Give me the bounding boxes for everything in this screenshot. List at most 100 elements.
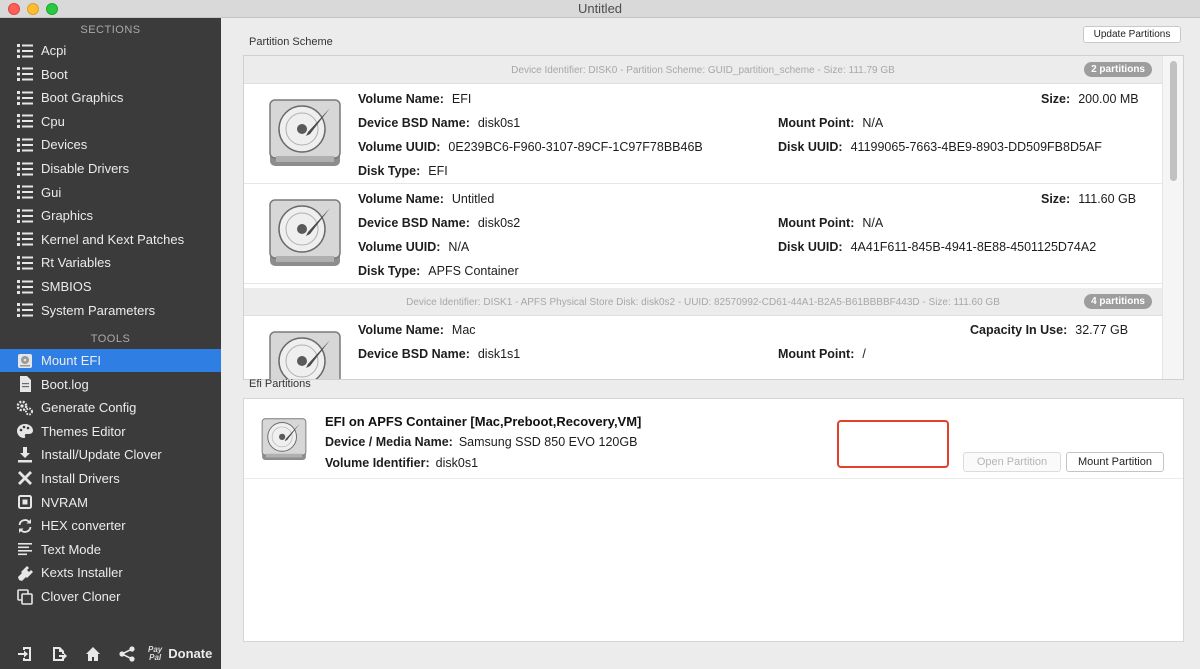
sidebar-item-label: Mount EFI [41, 353, 101, 368]
import-icon[interactable] [8, 642, 42, 666]
sidebar-item-install-update-clover[interactable]: Install/Update Clover [0, 443, 221, 466]
efi-partition-title: EFI on APFS Container [Mac,Preboot,Recov… [325, 414, 642, 429]
document-icon [16, 376, 34, 393]
sidebar-item-label: Boot [41, 66, 68, 82]
mount-point-field: Mount Point: / [778, 347, 866, 361]
partition-row[interactable]: Volume Name: Untitled Size: 111.60 GB Devi… [244, 184, 1162, 284]
sidebar: SECTIONS Acpi Boot Boot Graphics Cpu Devices… [0, 18, 221, 669]
plug-icon [16, 565, 34, 581]
hard-disk-icon [261, 418, 307, 460]
donate-button[interactable]: Pay Pal Donate [148, 644, 212, 662]
sidebar-item-label: Acpi [41, 43, 67, 58]
sidebar-item-mount-efi[interactable]: Mount EFI [0, 349, 221, 372]
sidebar-item-boot-log[interactable]: Boot.log [0, 373, 221, 396]
sidebar-item-label: Boot.log [41, 376, 89, 392]
tools-header: TOOLS [90, 333, 131, 345]
sidebar-item-label: Graphics [41, 208, 94, 224]
title-bar: Untitled [0, 0, 1200, 18]
capacity-in-use-field: Capacity In Use: 32.77 GB [970, 323, 1129, 337]
list-icon [16, 137, 34, 153]
hard-disk-icon [269, 99, 341, 166]
open-partition-button[interactable]: Open Partition [963, 452, 1061, 472]
sidebar-item-hex-converter[interactable]: HEX converter [0, 514, 221, 537]
sidebar-item-themes-editor[interactable]: Themes Editor [0, 420, 221, 443]
partition-row[interactable]: Volume Name: EFI Size: 200.00 MB Device BS… [244, 84, 1162, 184]
update-partitions-button[interactable]: Update Partitions [1083, 26, 1181, 43]
mount-partition-button[interactable]: Mount Partition [1066, 452, 1164, 472]
partition-scheme-label: Partition Scheme [249, 36, 333, 48]
sidebar-item-label: HEX converter [41, 518, 126, 534]
wrench-icon [16, 470, 34, 487]
efi-partition-row[interactable]: EFI on APFS Container [Mac,Preboot,Recov… [244, 399, 1183, 479]
list-icon [16, 113, 34, 129]
list-icon [16, 255, 34, 271]
volume-identifier-field: Volume Identifier: disk0s1 [325, 456, 479, 470]
sidebar-item-disable-drivers[interactable]: Disable Drivers [0, 157, 221, 180]
refresh-icon [16, 518, 34, 534]
disk-header: Device Identifier: DISK1 - APFS Physical… [244, 288, 1162, 316]
bsd-name-field: Device BSD Name: disk1s1 [358, 347, 521, 361]
sidebar-item-label: SMBIOS [41, 279, 92, 294]
text-lines-icon [16, 541, 34, 557]
chip-icon [16, 494, 34, 510]
disk-icon [16, 353, 34, 369]
sidebar-item-rt-variables[interactable]: Rt Variables [0, 251, 221, 274]
list-icon [16, 161, 34, 177]
hard-disk-icon [269, 199, 341, 266]
partition-count-badge: 4 partitions [1084, 294, 1152, 309]
copy-icon [16, 588, 34, 605]
export-icon[interactable] [42, 642, 76, 666]
volume-name-field: Volume Name: Untitled [358, 192, 495, 206]
partition-row[interactable]: Volume Name: Mac Capacity In Use: 32.77 GB… [244, 316, 1162, 379]
sidebar-item-boot[interactable]: Boot [0, 63, 221, 86]
volume-uuid-field: Volume UUID: N/A [358, 240, 470, 254]
sidebar-item-label: Gui [41, 184, 62, 200]
sidebar-item-install-drivers[interactable]: Install Drivers [0, 467, 221, 490]
sidebar-item-label: Devices [41, 137, 88, 153]
palette-icon [16, 423, 34, 439]
sidebar-item-label: Themes Editor [41, 423, 126, 439]
sidebar-item-label: NVRAM [41, 494, 88, 510]
sidebar-item-label: Kexts Installer [41, 565, 123, 581]
sidebar-item-smbios[interactable]: SMBIOS [0, 275, 221, 298]
share-icon[interactable] [110, 642, 144, 666]
disk-uuid-field: Disk UUID: 4A41F611-845B-4941-8E88-450112… [778, 240, 1097, 254]
vertical-scrollbar[interactable] [1162, 56, 1183, 379]
sidebar-item-devices[interactable]: Devices [0, 133, 221, 156]
mount-point-field: Mount Point: N/A [778, 216, 884, 230]
paypal-logo: Pay Pal [148, 644, 163, 662]
mount-point-field: Mount Point: N/A [778, 116, 884, 130]
sidebar-item-nvram[interactable]: NVRAM [0, 491, 221, 514]
sidebar-item-graphics[interactable]: Graphics [0, 204, 221, 227]
home-icon[interactable] [76, 642, 110, 666]
volume-uuid-field: Volume UUID: 0E239BC6-F960-3107-89CF-1C97… [358, 140, 703, 154]
sidebar-item-acpi[interactable]: Acpi [0, 39, 221, 62]
efi-partitions-list: EFI on APFS Container [Mac,Preboot,Recov… [243, 398, 1184, 642]
media-name-field: Device / Media Name: Samsung SSD 850 EVO … [325, 435, 638, 449]
partition-scheme-list[interactable]: Device Identifier: DISK0 - Partition Sch… [243, 55, 1184, 380]
sidebar-item-label: Install Drivers [41, 471, 120, 486]
sidebar-item-label: Clover Cloner [41, 589, 121, 604]
main-panel: Update Partitions Partition Scheme Devic… [221, 18, 1200, 669]
list-icon [16, 43, 34, 59]
disk-type-field: Disk Type: EFI [358, 164, 448, 178]
bsd-name-field: Device BSD Name: disk0s1 [358, 116, 521, 130]
sidebar-item-label: Text Mode [41, 541, 101, 557]
size-field: Size: 200.00 MB [1041, 92, 1139, 106]
sidebar-item-kernel-and-kext-patches[interactable]: Kernel and Kext Patches [0, 228, 221, 251]
partition-count-badge: 2 partitions [1084, 62, 1152, 77]
sidebar-item-clover-cloner[interactable]: Clover Cloner [0, 585, 221, 608]
sidebar-item-kexts-installer[interactable]: Kexts Installer [0, 561, 221, 584]
sidebar-item-cpu[interactable]: Cpu [0, 110, 221, 133]
size-field: Size: 111.60 GB [1041, 192, 1137, 206]
sidebar-item-gui[interactable]: Gui [0, 181, 221, 204]
scrollbar-thumb[interactable] [1170, 61, 1177, 181]
sidebar-item-generate-config[interactable]: Generate Config [0, 396, 221, 419]
efi-partitions-label: Efi Partitions [249, 378, 311, 390]
disk-uuid-field: Disk UUID: 41199065-7663-4BE9-8903-DD509F… [778, 140, 1102, 154]
sidebar-item-system-parameters[interactable]: System Parameters [0, 299, 221, 322]
sidebar-item-boot-graphics[interactable]: Boot Graphics [0, 86, 221, 109]
sidebar-item-label: Cpu [41, 113, 65, 129]
list-icon [16, 90, 34, 106]
sidebar-item-text-mode[interactable]: Text Mode [0, 538, 221, 561]
